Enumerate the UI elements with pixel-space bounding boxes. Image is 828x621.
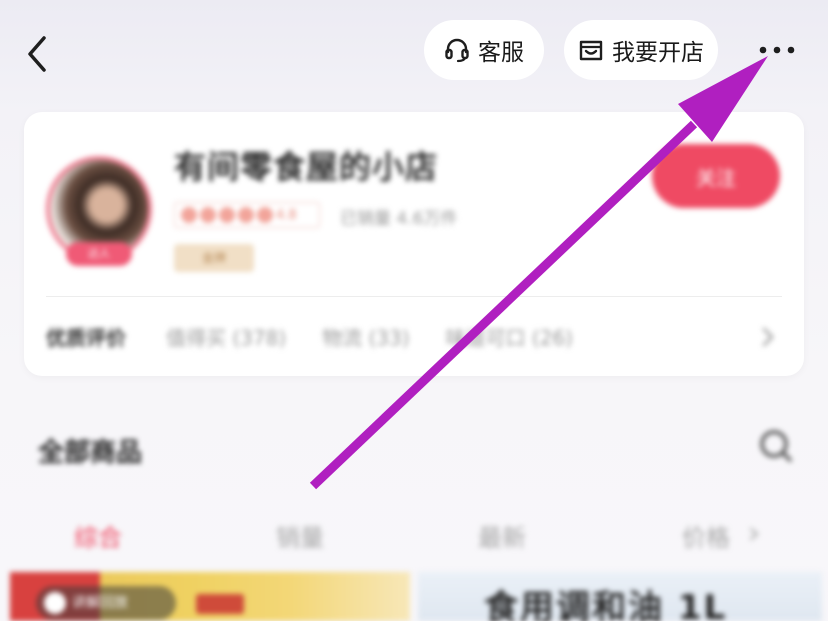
shop-avatar[interactable]: 达人 [46,156,152,266]
star-icon [238,207,254,223]
card-divider [46,296,782,297]
follow-button[interactable]: 关注 [652,144,780,208]
rating-value: 4.8 [276,207,297,223]
review-tag[interactable]: 物流 (33) [322,322,409,351]
sales-count: 已销量 4.6万件 [340,209,458,229]
product-card[interactable]: 食用调和油 1L [418,572,822,621]
star-icon [181,207,197,223]
more-options-button[interactable] [752,36,802,66]
review-tag[interactable]: 味道可口 (26) [446,322,573,351]
tab-price[interactable]: 价格 [682,518,730,553]
product-label [196,594,244,614]
reviews-title: 优质评价 [46,325,126,350]
tab-comprehensive[interactable]: 综合 [74,518,122,553]
shop-level-badge: 金牌 [174,244,254,272]
headset-icon [445,38,469,63]
star-icon [257,207,273,223]
shop-name: 有间零食屋的小店 [174,148,439,186]
tab-newest[interactable]: 最新 [478,518,526,553]
product-search-button[interactable] [756,426,796,466]
back-arrow-icon [28,36,46,72]
review-tag[interactable]: 值得买 (378) [166,322,286,351]
back-button[interactable] [22,34,54,74]
star-icon [219,207,235,223]
tab-sales[interactable]: 销量 [276,518,324,553]
play-icon [44,592,66,614]
open-shop-button[interactable]: 我要开店 [564,20,718,80]
star-icon [200,207,216,223]
storefront-icon [579,40,603,61]
customer-service-label: 客服 [478,40,524,66]
reviews-row[interactable]: 优质评价 值得买 (378) 物流 (33) 味道可口 (26) [46,318,782,354]
search-icon [760,430,792,462]
shop-info-card: 达人 有间零食屋的小店 4.8 已销量 4.6万件 金牌 关注 优质评价 值得买… [24,112,804,376]
chevron-right-icon[interactable] [761,326,775,348]
more-dots-icon [759,46,795,54]
top-bar: 客服 我要开店 [0,0,828,110]
product-sort-tabs: 综合 销量 最新 价格 [0,510,828,554]
product-title: 食用调和油 1L [484,588,728,621]
all-products-title: 全部商品 [38,438,143,468]
shop-rating: 4.8 [174,202,320,228]
open-shop-label: 我要开店 [612,40,704,66]
customer-service-button[interactable]: 客服 [424,20,544,80]
sort-arrow-icon [750,528,759,540]
avatar-tag: 达人 [66,242,132,266]
product-card[interactable]: 讲解回放 [10,572,410,621]
